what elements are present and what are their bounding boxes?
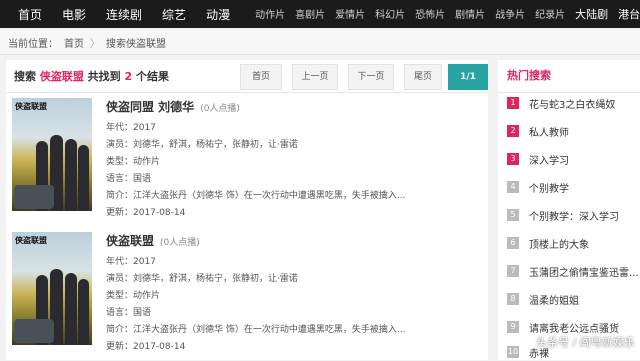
hot-search-item[interactable]: 1 花与蛇3之白衣绳奴 — [507, 94, 638, 112]
watermark: 头条号 / 闯粤新娱乐 — [536, 336, 635, 349]
poster-car — [14, 185, 54, 209]
rank-badge: 2 — [507, 125, 519, 137]
main-nav: 首页 电影 连续剧 综艺 动漫 — [0, 6, 240, 23]
movie-poster[interactable]: 侠盗联盟 — [12, 232, 92, 345]
breadcrumb-current: 搜索侠盗联盟 — [106, 38, 166, 50]
result-title-text[interactable]: 侠盗联盟 — [106, 234, 154, 248]
pager-next-button[interactable]: 下一页 — [348, 64, 394, 90]
hot-search-sidebar: 热门搜索 1 花与蛇3之白衣绳奴 2 私人教师 3 深入学习 4 个别教学 5 个别教学：… — [498, 60, 640, 360]
nav-anime[interactable]: 动漫 — [196, 6, 240, 23]
search-results-panel: 搜索 侠盗联盟 共找到 2 个结果 首页 上一页 下一页 尾页 1/1 侠盗联盟… — [6, 60, 488, 360]
hot-search-text[interactable]: 深入学习 — [529, 152, 569, 167]
rank-badge: 9 — [507, 321, 519, 333]
result-description: 简介：江洋大盗张丹（刘德华 饰）在一次行动中遭遇黑吃黑，失手被擒入... — [106, 191, 406, 201]
result-votes: (0人点播) — [200, 104, 240, 114]
nav-comedy[interactable]: 喜剧片 — [290, 6, 330, 22]
hot-search-text[interactable]: 个别教学 — [529, 180, 569, 195]
hot-search-title: 热门搜索 — [498, 60, 640, 93]
result-updated: 更新：2017-08-14 — [106, 208, 186, 218]
hot-search-text[interactable]: 私人教师 — [529, 124, 569, 139]
hot-search-text[interactable]: 玉蒲团之偷情宝鉴迅雷... — [529, 264, 638, 279]
hot-search-text[interactable]: 温柔的姐姐 — [529, 292, 579, 307]
hot-search-text[interactable]: 个别教学：深入学习 — [529, 208, 619, 223]
result-year: 年代：2017 — [106, 257, 156, 267]
results-mid: 共找到 — [83, 70, 125, 83]
rank-badge: 1 — [507, 97, 519, 109]
poster-car — [14, 319, 54, 343]
result-title[interactable]: 侠盗同盟 刘德华 (0人点播) — [106, 98, 240, 115]
rank-badge: 8 — [507, 293, 519, 305]
result-item: 侠盗联盟 侠盗同盟 刘德华 (0人点播) 年代：2017 演员：刘德华，舒淇，杨祐… — [12, 98, 482, 218]
results-suffix: 个结果 — [132, 70, 170, 83]
breadcrumb: 当前位置： 首页 〉 搜索侠盗联盟 — [0, 30, 640, 55]
nav-documentary[interactable]: 纪录片 — [530, 6, 570, 22]
rank-badge: 4 — [507, 181, 519, 193]
result-votes: (0人点播) — [160, 238, 200, 248]
rank-badge: 5 — [507, 209, 519, 221]
nav-horror[interactable]: 恐怖片 — [410, 6, 450, 22]
result-cast: 演员：刘德华，舒淇，杨祐宁，张静初，让·雷诺 — [106, 140, 298, 150]
poster-figure — [78, 145, 89, 211]
results-prefix: 搜索 — [14, 70, 40, 83]
result-updated: 更新：2017-08-14 — [106, 342, 186, 352]
result-language: 语言：国语 — [106, 174, 152, 184]
result-title-text[interactable]: 侠盗同盟 刘德华 — [106, 100, 194, 114]
breadcrumb-home[interactable]: 首页 — [64, 35, 84, 50]
pagination: 首页 上一页 下一页 尾页 1/1 — [234, 64, 488, 90]
breadcrumb-separator: 〉 — [90, 38, 100, 50]
hot-search-item[interactable]: 3 深入学习 — [507, 150, 638, 168]
nav-variety[interactable]: 综艺 — [152, 6, 196, 23]
hot-search-text[interactable]: 花与蛇3之白衣绳奴 — [529, 96, 615, 111]
poster-title: 侠盗联盟 — [15, 236, 47, 245]
poster-figure — [78, 279, 89, 345]
hot-search-item[interactable]: 6 顶楼上的大象 — [507, 234, 638, 252]
results-bar: 搜索 侠盗联盟 共找到 2 个结果 首页 上一页 下一页 尾页 1/1 — [6, 60, 488, 93]
nav-mainland-drama[interactable]: 大陆剧 — [570, 6, 613, 22]
nav-romance[interactable]: 爱情片 — [330, 6, 370, 22]
result-genre: 类型：动作片 — [106, 157, 161, 167]
poster-figure — [65, 139, 77, 211]
result-genre: 类型：动作片 — [106, 291, 161, 301]
hot-search-text[interactable]: 请离我老公远点骚货 — [529, 320, 619, 335]
result-title[interactable]: 侠盗联盟 (0人点播) — [106, 232, 200, 249]
poster-figure — [65, 273, 77, 345]
movie-poster[interactable]: 侠盗联盟 — [12, 98, 92, 211]
rank-badge: 7 — [507, 265, 519, 277]
nav-scifi[interactable]: 科幻片 — [370, 6, 410, 22]
nav-action[interactable]: 动作片 — [250, 6, 290, 22]
hot-search-item[interactable]: 2 私人教师 — [507, 122, 638, 140]
nav-war[interactable]: 战争片 — [490, 6, 530, 22]
nav-movies[interactable]: 电影 — [52, 6, 96, 23]
result-cast: 演员：刘德华，舒淇，杨祐宁，张静初，让·雷诺 — [106, 274, 298, 284]
top-nav: 首页 电影 连续剧 综艺 动漫 动作片 喜剧片 爱情片 科幻片 恐怖片 剧情片 … — [0, 0, 640, 28]
genre-nav: 动作片 喜剧片 爱情片 科幻片 恐怖片 剧情片 战争片 纪录片 大陆剧 港台剧 — [250, 6, 640, 22]
rank-badge: 6 — [507, 237, 519, 249]
nav-drama[interactable]: 剧情片 — [450, 6, 490, 22]
poster-title: 侠盗联盟 — [15, 102, 47, 111]
hot-search-item[interactable]: 5 个别教学：深入学习 — [507, 206, 638, 224]
hot-search-item[interactable]: 7 玉蒲团之偷情宝鉴迅雷... — [507, 262, 638, 280]
results-summary: 搜索 侠盗联盟 共找到 2 个结果 — [14, 68, 169, 84]
pager-first-button[interactable]: 首页 — [240, 64, 282, 90]
nav-series[interactable]: 连续剧 — [96, 6, 152, 23]
breadcrumb-label: 当前位置： — [8, 38, 58, 50]
results-keyword: 侠盗联盟 — [39, 70, 84, 83]
result-year: 年代：2017 — [106, 123, 156, 133]
result-item: 侠盗联盟 侠盗联盟 (0人点播) 年代：2017 演员：刘德华，舒淇，杨祐宁，张静… — [12, 232, 482, 352]
rank-badge: 3 — [507, 153, 519, 165]
pager-prev-button[interactable]: 上一页 — [292, 64, 338, 90]
hot-search-item[interactable]: 8 温柔的姐姐 — [507, 290, 638, 308]
result-description: 简介：江洋大盗张丹（刘德华 饰）在一次行动中遭遇黑吃黑，失手被擒入... — [106, 325, 406, 335]
hot-search-item[interactable]: 4 个别教学 — [507, 178, 638, 196]
hot-search-text[interactable]: 顶楼上的大象 — [529, 236, 589, 251]
nav-hk-tw-drama[interactable]: 港台剧 — [613, 6, 640, 22]
rank-badge: 10 — [507, 346, 519, 358]
pager-last-button[interactable]: 尾页 — [404, 64, 442, 90]
result-language: 语言：国语 — [106, 308, 152, 318]
pager-current-page[interactable]: 1/1 — [448, 64, 488, 90]
nav-home[interactable]: 首页 — [0, 6, 52, 23]
